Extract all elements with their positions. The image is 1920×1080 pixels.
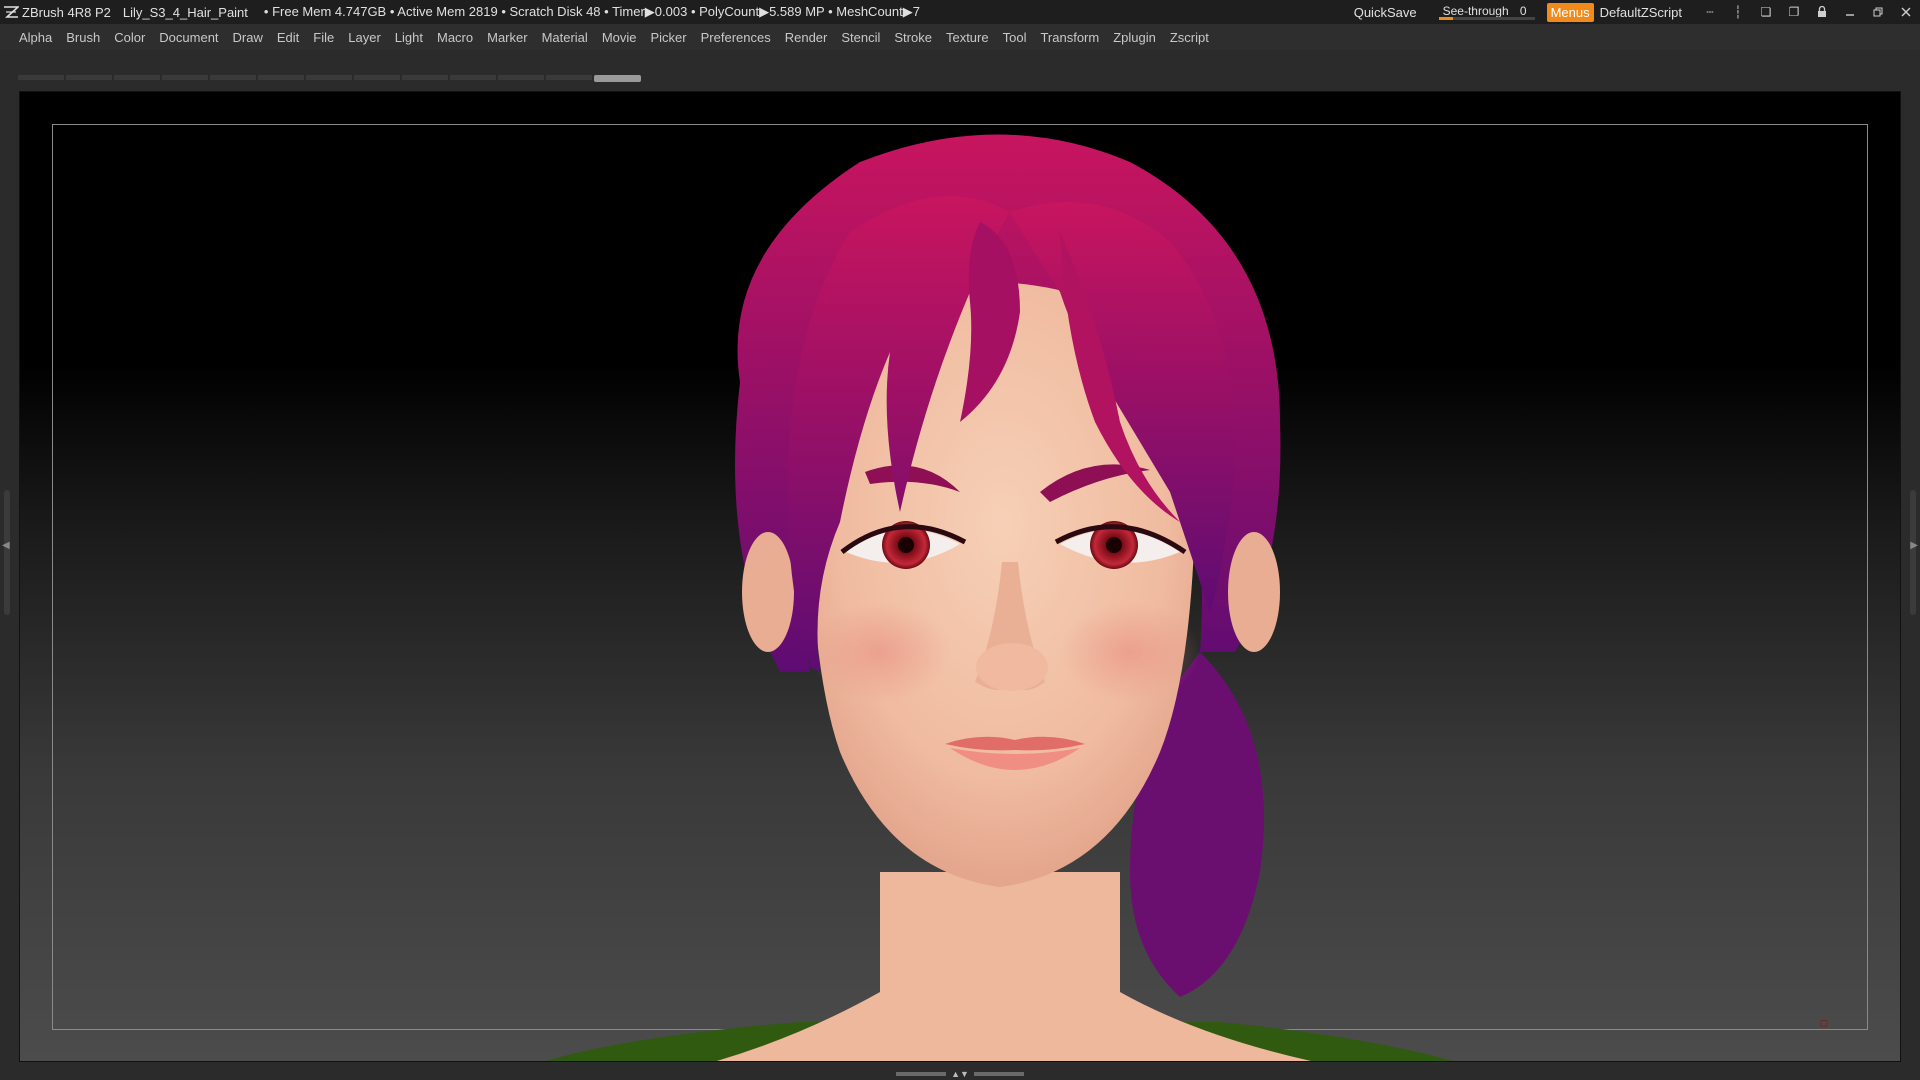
see-through-fill [1438, 17, 1453, 20]
shelf-tab[interactable] [258, 75, 304, 80]
shelf-tab[interactable] [546, 75, 592, 80]
menu-macro[interactable]: Macro [430, 30, 480, 45]
menu-preferences[interactable]: Preferences [694, 30, 778, 45]
character-model[interactable] [20, 92, 1901, 1062]
menu-edit[interactable]: Edit [270, 30, 306, 45]
top-shelf [0, 50, 1920, 88]
menu-stencil[interactable]: Stencil [834, 30, 887, 45]
menu-marker[interactable]: Marker [480, 30, 534, 45]
layout-b-icon[interactable]: ┆ [1724, 0, 1752, 24]
nose-tip [976, 643, 1048, 691]
menu-picker[interactable]: Picker [644, 30, 694, 45]
bottom-tray-bar-right [973, 1072, 1024, 1076]
lock-icon[interactable] [1808, 0, 1836, 24]
menu-layer[interactable]: Layer [341, 30, 388, 45]
title-bar-controls: QuickSave See-through 0 Menus DefaultZSc… [1354, 0, 1920, 24]
bottom-tray-arrows-icon[interactable]: ▲▼ [951, 1069, 969, 1079]
file-name: Lily_S3_4_Hair_Paint [122, 4, 248, 20]
bottom-tray-bar-left [896, 1072, 946, 1076]
menu-transform[interactable]: Transform [1033, 30, 1106, 45]
layout-a-icon[interactable]: ┄ [1696, 0, 1724, 24]
shelf-tab[interactable] [354, 75, 400, 80]
app-title: ZBrush 4R8 P2 [22, 4, 111, 20]
menu-zplugin[interactable]: Zplugin [1106, 30, 1163, 45]
right-ear-shape [1228, 532, 1280, 652]
restore-icon[interactable] [1864, 0, 1892, 24]
shelf-tab[interactable] [498, 75, 544, 80]
left-tray-handle[interactable] [4, 490, 10, 615]
menu-material[interactable]: Material [535, 30, 595, 45]
left-tray-arrow-icon[interactable]: ◀ [2, 540, 10, 551]
menu-texture[interactable]: Texture [939, 30, 996, 45]
right-cheek-blush [1060, 602, 1200, 702]
menu-draw[interactable]: Draw [226, 30, 270, 45]
menus-button[interactable]: Menus [1546, 2, 1594, 22]
see-through-label: See-through [1442, 4, 1509, 18]
right-tray-handle[interactable] [1910, 490, 1916, 615]
menu-light[interactable]: Light [388, 30, 430, 45]
right-pupil [1106, 537, 1122, 553]
menu-tool[interactable]: Tool [996, 30, 1034, 45]
quicksave-button[interactable]: QuickSave [1354, 5, 1417, 20]
bottom-tray-handle[interactable]: ▲▼ [896, 1069, 1024, 1079]
left-cheek-blush [810, 602, 950, 702]
popup2-icon[interactable]: ❐ [1780, 0, 1808, 24]
axis-indicator-icon: ◻ [1819, 1018, 1828, 1029]
see-through-slider[interactable]: See-through 0 [1438, 2, 1535, 22]
shelf-tab[interactable] [114, 75, 160, 80]
menu-stroke[interactable]: Stroke [887, 30, 939, 45]
menu-color[interactable]: Color [107, 30, 152, 45]
shelf-tab[interactable] [450, 75, 496, 80]
left-pupil [898, 537, 914, 553]
see-through-track [1438, 17, 1535, 20]
minimize-icon[interactable] [1836, 0, 1864, 24]
menu-brush[interactable]: Brush [59, 30, 107, 45]
shelf-tabs [18, 75, 594, 81]
menu-zscript[interactable]: Zscript [1163, 30, 1216, 45]
shelf-scroll-handle[interactable] [594, 75, 641, 82]
menu-bar: Alpha Brush Color Document Draw Edit Fil… [0, 24, 1920, 50]
menu-alpha[interactable]: Alpha [12, 30, 59, 45]
memory-stats: • Free Mem 4.747GB • Active Mem 2819 • S… [263, 4, 920, 19]
default-zscript-button[interactable]: DefaultZScript [1600, 5, 1682, 20]
popup-icon[interactable]: ❏ [1752, 0, 1780, 24]
see-through-value: 0 [1519, 4, 1527, 18]
title-bar: ZBrush 4R8 P2 Lily_S3_4_Hair_Paint • Fre… [0, 0, 1920, 24]
shelf-tab[interactable] [18, 75, 64, 80]
shelf-tab[interactable] [402, 75, 448, 80]
shelf-tab[interactable] [306, 75, 352, 80]
viewport-canvas[interactable]: ◻ [19, 91, 1901, 1062]
close-icon[interactable] [1892, 0, 1920, 24]
left-ear-shape [742, 532, 794, 652]
menu-movie[interactable]: Movie [595, 30, 644, 45]
shelf-tab[interactable] [210, 75, 256, 80]
menu-file[interactable]: File [306, 30, 341, 45]
menu-document[interactable]: Document [152, 30, 225, 45]
menu-render[interactable]: Render [778, 30, 835, 45]
zbrush-logo-icon [0, 0, 22, 24]
shelf-tab[interactable] [162, 75, 208, 80]
right-tray-arrow-icon[interactable]: ▶ [1910, 540, 1918, 551]
shelf-tab[interactable] [66, 75, 112, 80]
